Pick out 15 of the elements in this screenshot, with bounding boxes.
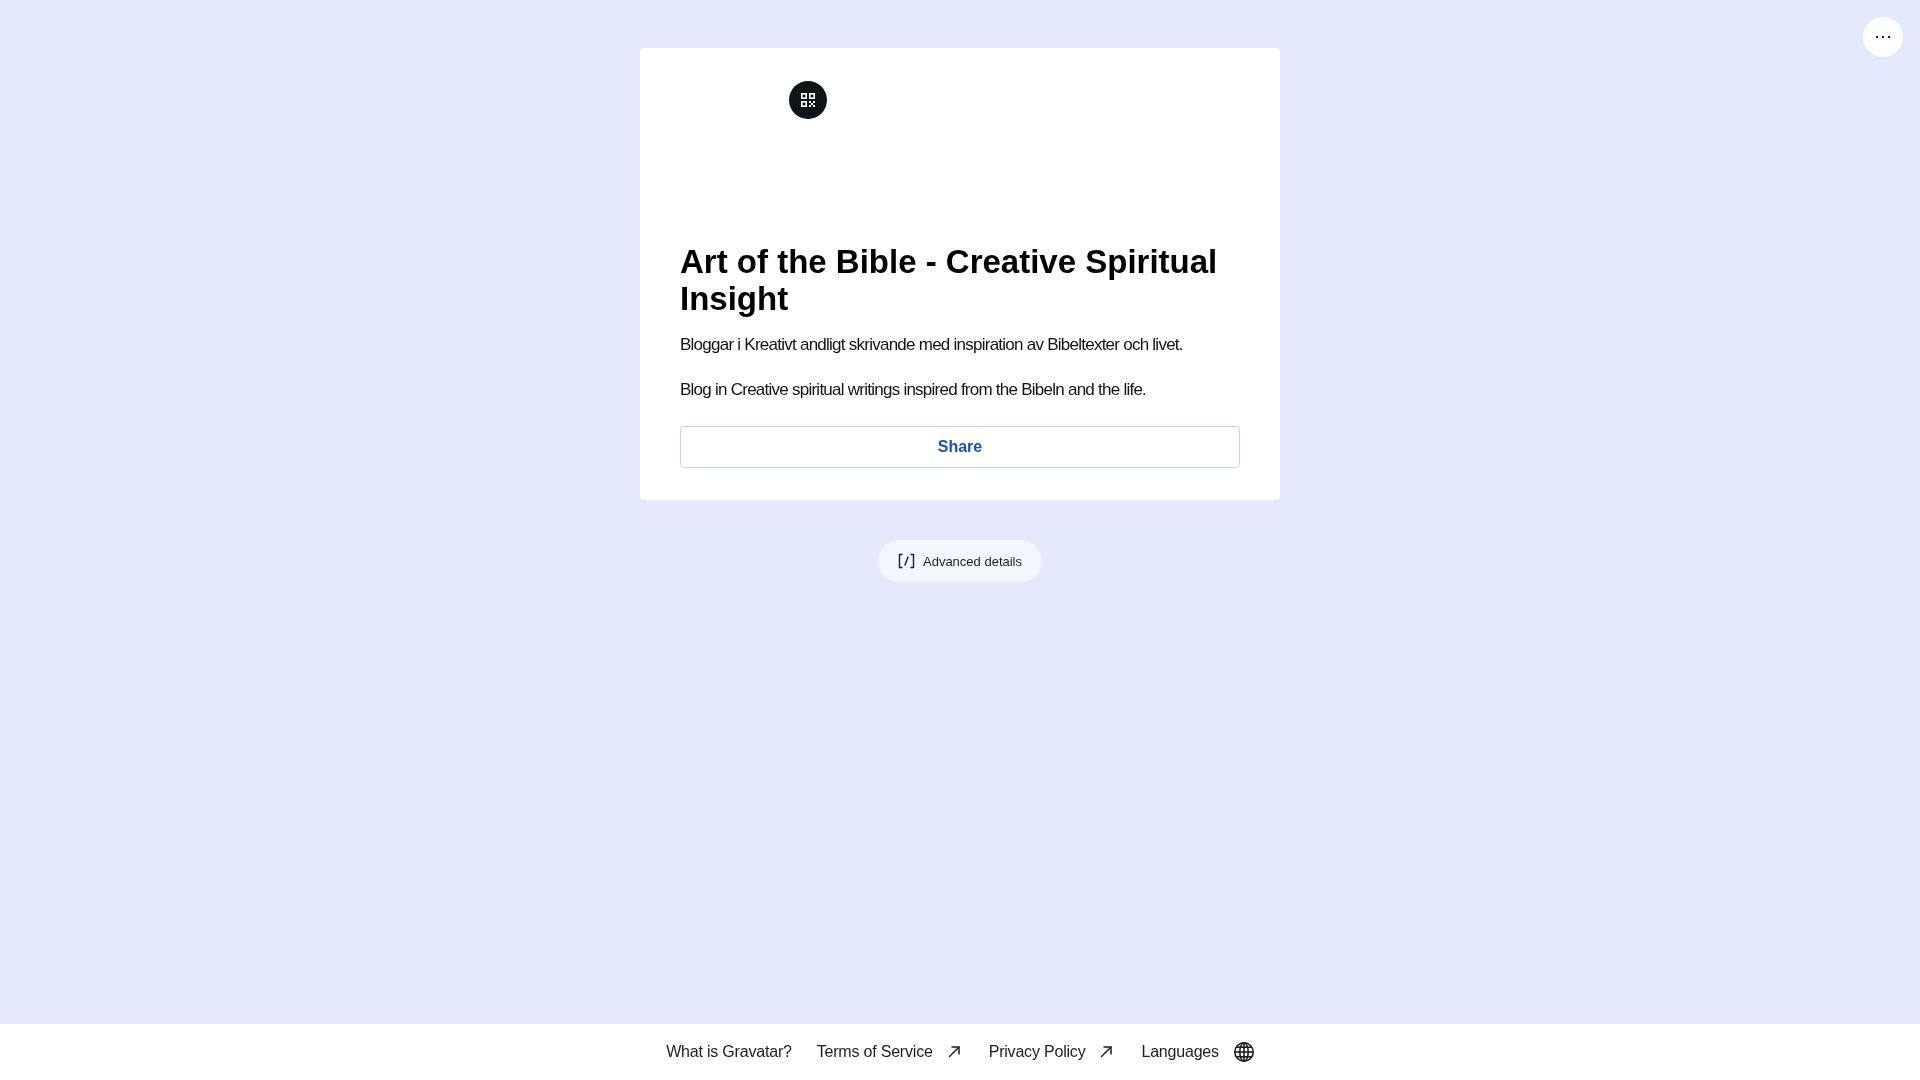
- profile-title: Art of the Bible - Creative Spiritual Insight: [680, 243, 1219, 317]
- qr-code-button[interactable]: [789, 81, 827, 119]
- globe-icon: [1233, 1042, 1254, 1062]
- external-link-icon: [1100, 1046, 1113, 1058]
- footer-link[interactable]: What is Gravatar?: [666, 1043, 792, 1061]
- advanced-details-button[interactable]: Advanced details: [878, 540, 1042, 582]
- footer-link[interactable]: Privacy Policy: [988, 1043, 1113, 1061]
- qr-code-icon: [801, 93, 815, 107]
- share-button[interactable]: Share: [680, 426, 1240, 468]
- code-icon: [898, 553, 915, 569]
- external-link-icon: [947, 1046, 960, 1058]
- profile-description: Blog in Creative spiritual writings inspired from the Bibeln and the life.: [680, 379, 1148, 401]
- profile-description: Bloggar i Kreativt andligt skrivande med inspiration av Bibeltexter och livet.: [680, 334, 1184, 356]
- footer-link[interactable]: Languages: [1141, 1042, 1254, 1062]
- footer-link[interactable]: Terms of Service: [816, 1043, 960, 1061]
